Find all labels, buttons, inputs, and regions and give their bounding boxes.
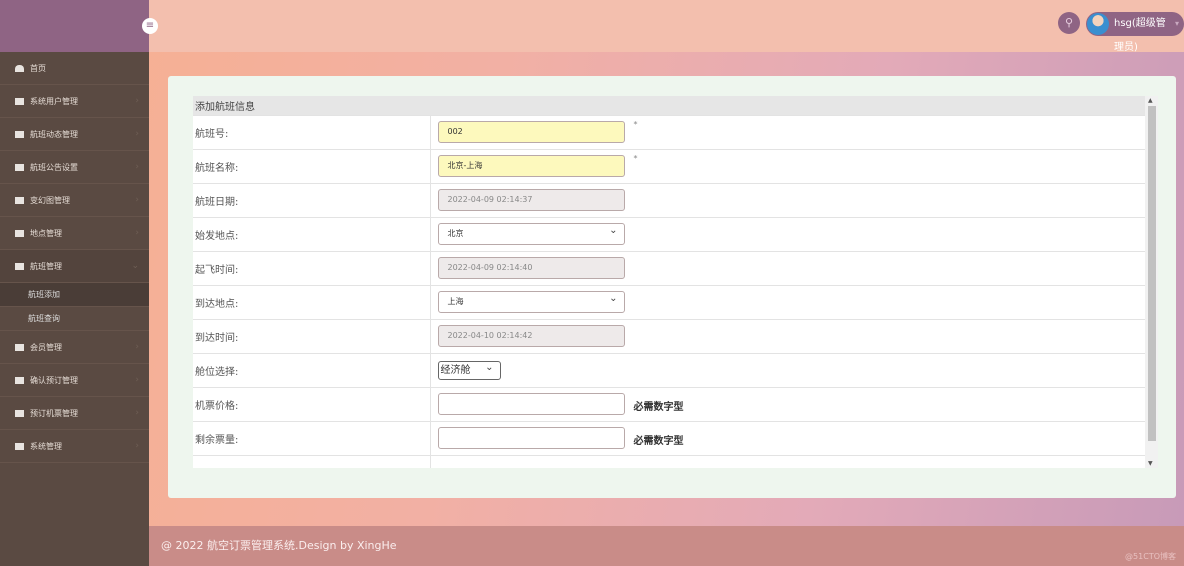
flight-date-input[interactable]: 2022-04-09 02:14:37 [437, 189, 625, 211]
sidebar-subitem-query-flight[interactable]: 航班查询 [0, 307, 149, 331]
chevron-right-icon: › [135, 162, 139, 172]
list-icon [15, 230, 24, 237]
chevron-right-icon: › [135, 342, 139, 352]
destination-select[interactable]: 上海 [437, 289, 625, 313]
scroll-down-icon[interactable]: ▼ [1148, 460, 1153, 467]
chevron-down-icon: ⌄ [131, 261, 139, 271]
user-label: hsg(超级管理员) [1114, 18, 1166, 53]
list-icon [15, 443, 24, 450]
form-frame: 添加航班信息 航班号: 002 * 航班名称: 北京-上海 * 航班日期: 2022-04… [193, 96, 1158, 468]
scroll-up-icon[interactable]: ▲ [1148, 97, 1153, 104]
hint-text: 必需数字型 [633, 401, 684, 413]
avatar [1087, 13, 1109, 35]
dashboard-icon [15, 65, 24, 72]
remaining-tickets-input[interactable] [437, 427, 625, 449]
arrival-time-input[interactable]: 2022-04-10 02:14:42 [437, 325, 625, 347]
required-mark: * [633, 119, 638, 129]
brand-area [0, 0, 149, 52]
sidebar-subitem-add-flight[interactable]: 航班添加 [0, 283, 149, 307]
chevron-right-icon: › [135, 96, 139, 106]
sidebar-item-label: 确认预订管理 [30, 376, 78, 385]
add-flight-form: 添加航班信息 航班号: 002 * 航班名称: 北京-上海 * 航班日期: 2022-04… [193, 96, 1145, 468]
origin-select[interactable]: 北京 [437, 221, 625, 245]
user-menu[interactable]: hsg(超级管理员) ▾ [1086, 12, 1184, 53]
list-icon [15, 377, 24, 384]
sidebar-item-label: 地点管理 [30, 229, 62, 238]
ticket-price-input[interactable] [437, 393, 625, 415]
list-icon [15, 344, 24, 351]
sidebar-item-label: 变幻图管理 [30, 196, 70, 205]
watermark: @51CTO博客 [1125, 552, 1176, 561]
hint-text: 必需数字型 [633, 435, 684, 447]
list-icon [15, 197, 24, 204]
chevron-right-icon: › [135, 441, 139, 451]
search-icon[interactable]: ⚲ [1058, 12, 1080, 34]
sidebar-item-label: 航班管理 [30, 262, 62, 271]
list-icon [15, 98, 24, 105]
field-label: 机票价格: [193, 387, 431, 422]
sidebar-item-label: 首页 [30, 64, 46, 73]
field-label: 始发地点: [193, 217, 431, 252]
sidebar-item-confirm-booking[interactable]: 确认预订管理 › [0, 364, 149, 397]
sidebar-item-flight-status[interactable]: 航班动态管理 › [0, 118, 149, 151]
list-icon [15, 410, 24, 417]
sidebar-item-users[interactable]: 系统用户管理 › [0, 85, 149, 118]
list-icon [15, 131, 24, 138]
required-mark: * [633, 153, 638, 163]
field-label: 航班号: [193, 115, 431, 150]
field-label: 舱位选择: [193, 353, 431, 388]
scrollbar[interactable]: ▲ ▼ [1145, 96, 1158, 468]
field-label: 剩余票量: [193, 421, 431, 456]
scrollbar-thumb[interactable] [1148, 106, 1156, 441]
sidebar-item-locations[interactable]: 地点管理 › [0, 217, 149, 250]
form-title: 添加航班信息 [193, 96, 1145, 116]
sidebar-item-label: 会员管理 [30, 343, 62, 352]
list-icon [15, 164, 24, 171]
chevron-right-icon: › [135, 195, 139, 205]
chevron-down-icon: ▾ [1174, 19, 1179, 28]
sidebar-item-system[interactable]: 系统管理 › [0, 430, 149, 463]
chevron-right-icon: › [135, 228, 139, 238]
departure-time-input[interactable]: 2022-04-09 02:14:40 [437, 257, 625, 279]
cabin-class-select[interactable]: 经济舱 [437, 359, 501, 380]
field-label: 到达时间: [193, 319, 431, 354]
field-label: 航班名称: [193, 149, 431, 184]
sidebar-item-label: 预订机票管理 [30, 409, 78, 418]
field-label: 到达地点: [193, 285, 431, 320]
sidebar-item-flights[interactable]: 航班管理 ⌄ [0, 250, 149, 283]
menu-icon[interactable]: ≡ [142, 18, 158, 34]
top-bar: ≡ ⚲ hsg(超级管理员) ▾ [0, 0, 1184, 53]
sidebar-item-carousel[interactable]: 变幻图管理 › [0, 184, 149, 217]
sidebar-item-tickets[interactable]: 预订机票管理 › [0, 397, 149, 430]
chevron-right-icon: › [135, 375, 139, 385]
chevron-right-icon: › [135, 129, 139, 139]
chevron-right-icon: › [135, 408, 139, 418]
field-label: 起飞时间: [193, 251, 431, 286]
flight-name-input[interactable]: 北京-上海 [437, 155, 625, 177]
sidebar-item-announcements[interactable]: 航班公告设置 › [0, 151, 149, 184]
field-label: 航班日期: [193, 183, 431, 218]
flight-number-input[interactable]: 002 [437, 121, 625, 143]
list-icon [15, 263, 24, 270]
sidebar-item-members[interactable]: 会员管理 › [0, 331, 149, 364]
footer: @ 2022 航空订票管理系统.Design by XingHe [149, 526, 1184, 566]
sidebar-item-label: 航班动态管理 [30, 130, 78, 139]
sidebar-item-home[interactable]: 首页 [0, 52, 149, 85]
sidebar-item-label: 航班公告设置 [30, 163, 78, 172]
sidebar-item-label: 系统用户管理 [30, 97, 78, 106]
sidebar: 首页 系统用户管理 › 航班动态管理 › 航班公告设置 › 变幻图管理 › 地点管理 › … [0, 52, 149, 566]
sidebar-item-label: 系统管理 [30, 442, 62, 451]
